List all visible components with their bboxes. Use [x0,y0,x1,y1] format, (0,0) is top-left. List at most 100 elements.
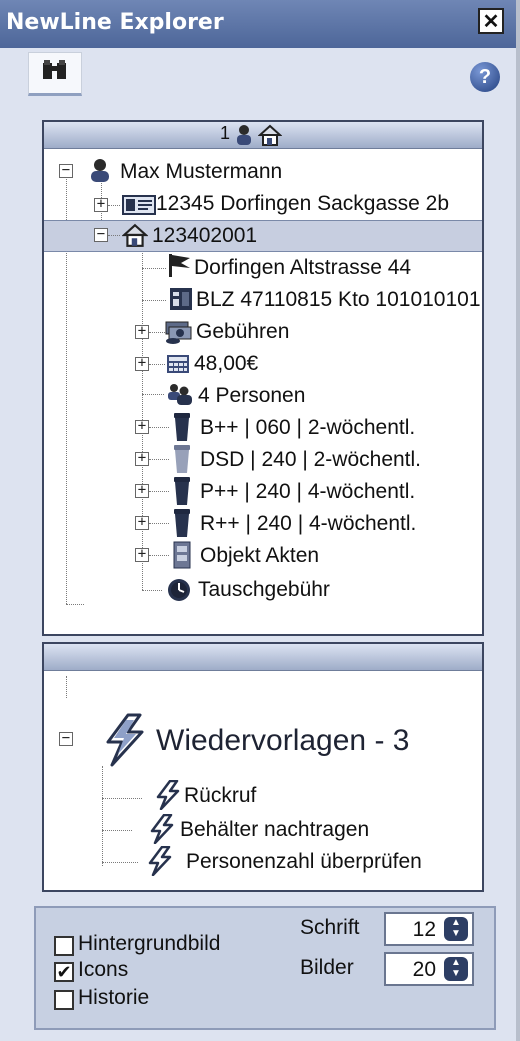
tree-guide-line [142,590,162,591]
tree-item-street[interactable]: Dorfingen Altstrasse 44 [194,256,411,280]
tree-guide-line [149,523,169,524]
reminders-header [44,644,482,671]
house-icon [258,124,282,146]
tree-guide-line [102,862,138,863]
calculator-icon [167,355,189,373]
font-size-value: 12 [412,918,436,941]
tree-guide-line [149,491,169,492]
id-card-icon [122,195,156,215]
bin-dark-icon [174,477,190,505]
tree-guide-line [149,427,169,428]
expand-toggle[interactable]: + [135,324,149,339]
collapse-toggle[interactable]: − [59,163,73,178]
person-icon [237,125,251,145]
stepper-arrows-icon[interactable]: ▲ ▼ [444,917,468,941]
tree-item-bin-dsd[interactable]: DSD | 240 | 2-wöchentl. [200,448,421,472]
expand-toggle[interactable]: + [135,547,149,562]
reminder-item[interactable]: Personenzahl überprüfen [186,850,422,874]
lightning-large-icon [106,713,144,767]
expand-toggle[interactable]: + [94,197,108,212]
binoculars-icon [43,60,66,79]
file-cabinet-icon [173,541,191,569]
reminders-panel: − Wiedervorlagen - 3 Rückruf Behälter na… [42,642,484,892]
history-label: Historie [78,986,150,1009]
tree-guide-line [149,332,165,333]
close-button[interactable]: ✕ [478,8,504,34]
reminders-title[interactable]: Wiedervorlagen - 3 [156,724,409,758]
object-tree-panel: 1 − Max Mustermann + 12345 Dorfingen Sac… [42,120,484,636]
object-tree[interactable]: − Max Mustermann + 12345 Dorfingen Sackg… [44,148,482,634]
tree-guide-line [102,830,132,831]
tree-guide-line [142,238,143,590]
tree-guide-line [102,766,103,866]
bank-card-icon [170,288,192,310]
tree-item-root[interactable]: Max Mustermann [120,160,282,184]
collapse-toggle[interactable]: − [94,227,108,242]
clock-icon [168,579,190,601]
images-stepper[interactable]: 20 ▲ ▼ [384,952,474,986]
bin-gray-icon [174,445,190,473]
tree-guide-line [142,268,166,269]
tree-guide-line [149,459,169,460]
tree-guide-line [142,300,166,301]
reminder-item[interactable]: Rückruf [184,784,256,808]
persons-icon [168,384,192,405]
tree-item-persons[interactable]: 4 Personen [198,384,305,408]
collapse-toggle[interactable]: − [59,731,73,746]
font-size-stepper[interactable]: 12 ▲ ▼ [384,912,474,946]
icons-label: Icons [78,958,129,981]
tree-item-bin-r[interactable]: R++ | 240 | 4-wöchentl. [200,512,416,536]
font-size-label: Schrift [300,916,360,939]
tree-guide-line [102,798,142,799]
tree-item-address[interactable]: 12345 Dorfingen Sackgasse 2b [156,192,449,216]
tree-guide-line [66,676,67,698]
tree-guide-line [66,604,84,605]
object-tree-header: 1 [44,122,482,149]
background-image-checkbox[interactable] [54,936,74,956]
images-label: Bilder [300,956,354,979]
tree-item-bin-p[interactable]: P++ | 240 | 4-wöchentl. [200,480,415,504]
stepper-arrows-icon[interactable]: ▲ ▼ [444,957,468,981]
background-image-label: Hintergrundbild [78,932,221,955]
lightning-icon [156,780,180,810]
window-title: NewLine Explorer [6,10,224,35]
tree-item-bin-b[interactable]: B++ | 060 | 2-wöchentl. [200,416,415,440]
expand-toggle[interactable]: + [135,419,149,434]
tree-guide-line [108,205,120,206]
title-bar[interactable]: NewLine Explorer ✕ [0,0,516,48]
history-checkbox[interactable] [54,990,74,1010]
tree-guide-line [149,555,169,556]
lightning-icon [150,814,174,844]
bin-dark-icon [174,509,190,537]
images-value: 20 [412,958,436,981]
tree-item-exchange-fee[interactable]: Tauschgebühr [198,578,330,602]
tree-guide-line [108,235,120,236]
options-panel: Hintergrundbild ✔ Icons Historie Schrift… [34,906,496,1030]
icons-checkbox[interactable]: ✔ [54,962,74,982]
tree-item-amount[interactable]: 48,00€ [194,352,258,376]
help-button[interactable]: ? [470,62,500,92]
tree-item-object[interactable]: 123402001 [152,224,257,248]
reminders-tree[interactable]: − Wiedervorlagen - 3 Rückruf Behälter na… [44,670,482,890]
money-icon [165,321,192,344]
person-icon [91,159,109,182]
find-button[interactable] [28,52,82,96]
explorer-window: NewLine Explorer ✕ ? 1 − Max Mustermann … [0,0,520,1041]
reminder-item[interactable]: Behälter nachtragen [180,818,369,842]
tree-guide-line [142,394,164,395]
expand-toggle[interactable]: + [135,483,149,498]
flag-icon [169,254,190,277]
expand-toggle[interactable]: + [135,515,149,530]
bin-dark-icon [174,413,190,441]
selected-row[interactable] [44,220,482,252]
tree-item-fees[interactable]: Gebühren [196,320,289,344]
tree-item-bank[interactable]: BLZ 47110815 Kto 101010101 [196,288,481,312]
header-count: 1 [220,123,231,143]
tree-guide-line [149,364,165,365]
lightning-icon [148,846,172,876]
expand-toggle[interactable]: + [135,356,149,371]
tree-item-files[interactable]: Objekt Akten [200,544,319,568]
expand-toggle[interactable]: + [135,451,149,466]
house-icon [122,223,148,247]
toolbar: ? [0,48,516,104]
